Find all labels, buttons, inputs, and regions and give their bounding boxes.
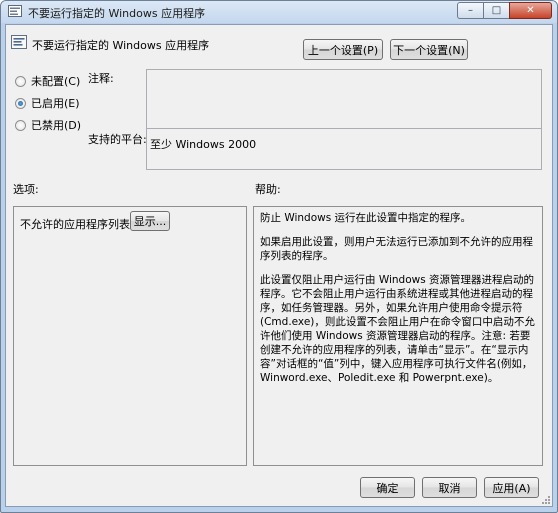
supported-platform-field: 至少 Windows 2000: [146, 128, 542, 170]
radio-not-configured-label: 未配置(C): [31, 75, 81, 88]
help-section-label: 帮助:: [255, 183, 281, 196]
resize-grip-icon[interactable]: [541, 495, 551, 505]
setting-title: 不要运行指定的 Windows 应用程序: [32, 39, 210, 52]
policy-settings-icon: [8, 5, 22, 17]
policy-dialog-window: 不要运行指定的 Windows 应用程序 – □ ✕ 不要运行指定的 Windo…: [0, 0, 558, 513]
apply-button[interactable]: 应用(A): [484, 477, 539, 498]
radio-disabled[interactable]: 已禁用(D): [15, 117, 81, 133]
maximize-button[interactable]: □: [483, 2, 509, 19]
disallowed-apps-label: 不允许的应用程序列表: [20, 218, 130, 231]
caption-buttons: – □ ✕: [457, 2, 552, 20]
dialog-client-area: 不要运行指定的 Windows 应用程序 上一个设置(P) 下一个设置(N) 未…: [5, 24, 553, 507]
radio-enabled[interactable]: 已启用(E): [15, 95, 80, 111]
policy-setting-icon: [11, 35, 27, 49]
help-panel[interactable]: 防止 Windows 运行在此设置中指定的程序。 如果启用此设置，则用户无法运行…: [253, 206, 543, 466]
radio-disabled-label: 已禁用(D): [31, 119, 82, 132]
close-button[interactable]: ✕: [509, 2, 552, 19]
help-paragraph: 如果启用此设置，则用户无法运行已添加到不允许的应用程序列表的程序。: [260, 236, 533, 262]
minimize-button[interactable]: –: [457, 2, 483, 19]
radio-disabled-circle[interactable]: [15, 119, 26, 131]
radio-enabled-label: 已启用(E): [31, 97, 80, 110]
minimize-icon: –: [468, 5, 473, 16]
help-paragraph: 防止 Windows 运行在此设置中指定的程序。: [260, 212, 472, 224]
next-setting-button[interactable]: 下一个设置(N): [390, 39, 468, 60]
show-button[interactable]: 显示...: [130, 211, 170, 231]
comment-textarea[interactable]: [146, 69, 542, 130]
help-paragraph: 此设置仅阻止用户运行由 Windows 资源管理器进程启动的程序。它不会阻止用户…: [260, 274, 535, 384]
options-panel: 不允许的应用程序列表 显示...: [13, 206, 247, 466]
supported-platform-label: 支持的平台:: [88, 133, 147, 146]
cancel-button[interactable]: 取消: [422, 477, 477, 498]
radio-not-configured[interactable]: 未配置(C): [15, 73, 80, 89]
maximize-icon: □: [491, 5, 502, 16]
previous-setting-button[interactable]: 上一个设置(P): [303, 39, 383, 60]
comment-label: 注释:: [88, 72, 114, 85]
close-icon: ✕: [526, 5, 535, 16]
radio-not-configured-circle[interactable]: [15, 75, 26, 87]
help-text: 防止 Windows 运行在此设置中指定的程序。 如果启用此设置，则用户无法运行…: [260, 211, 536, 395]
radio-enabled-circle[interactable]: [15, 97, 26, 109]
title-bar[interactable]: 不要运行指定的 Windows 应用程序 – □ ✕: [1, 1, 557, 23]
options-section-label: 选项:: [13, 183, 39, 196]
window-title: 不要运行指定的 Windows 应用程序: [28, 7, 206, 20]
ok-button[interactable]: 确定: [360, 477, 415, 498]
